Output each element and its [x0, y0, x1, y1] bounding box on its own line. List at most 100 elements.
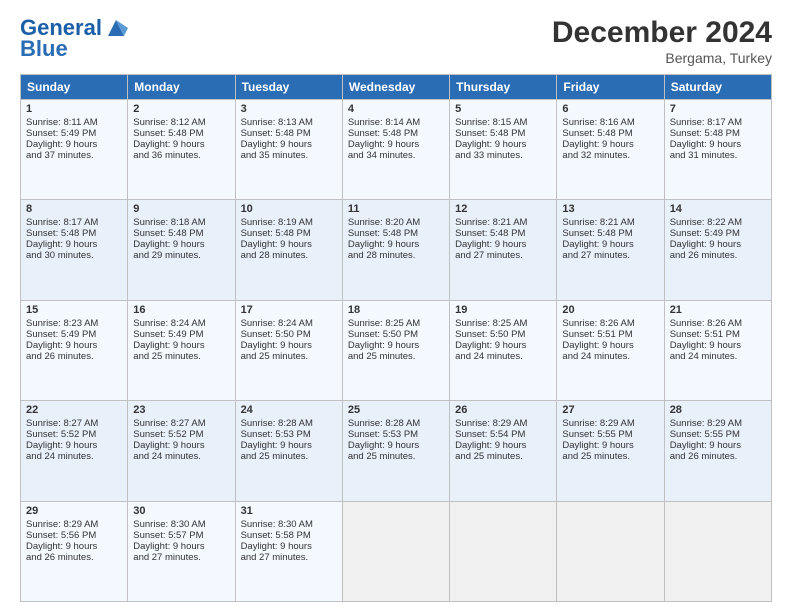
weekday-header-saturday: Saturday [664, 75, 771, 100]
calendar-cell: 22Sunrise: 8:27 AMSunset: 5:52 PMDayligh… [21, 401, 128, 501]
calendar-cell: 25Sunrise: 8:28 AMSunset: 5:53 PMDayligh… [342, 401, 449, 501]
day-info-line: Sunrise: 8:13 AM [241, 117, 337, 128]
day-number: 22 [26, 404, 122, 416]
day-number: 16 [133, 304, 229, 316]
day-info-line: Sunrise: 8:29 AM [562, 418, 658, 429]
day-info-line: Sunset: 5:49 PM [26, 128, 122, 139]
day-info-line: and 25 minutes. [348, 451, 444, 462]
calendar-table: SundayMondayTuesdayWednesdayThursdayFrid… [20, 74, 772, 602]
day-info-line: Sunset: 5:49 PM [133, 329, 229, 340]
day-number: 27 [562, 404, 658, 416]
day-info-line: Sunset: 5:48 PM [133, 228, 229, 239]
day-info-line: Daylight: 9 hours [26, 139, 122, 150]
day-info-line: Sunrise: 8:28 AM [241, 418, 337, 429]
weekday-header-friday: Friday [557, 75, 664, 100]
day-info-line: Daylight: 9 hours [670, 139, 766, 150]
day-info-line: Sunset: 5:51 PM [562, 329, 658, 340]
logo-icon [104, 16, 128, 40]
day-info-line: and 28 minutes. [348, 250, 444, 261]
day-info-line: and 37 minutes. [26, 150, 122, 161]
day-info-line: Sunset: 5:48 PM [241, 128, 337, 139]
day-info-line: Sunrise: 8:29 AM [670, 418, 766, 429]
day-info-line: Daylight: 9 hours [348, 139, 444, 150]
day-info-line: Daylight: 9 hours [455, 239, 551, 250]
day-number: 15 [26, 304, 122, 316]
day-info-line: Daylight: 9 hours [241, 139, 337, 150]
calendar-cell: 17Sunrise: 8:24 AMSunset: 5:50 PMDayligh… [235, 300, 342, 400]
day-info-line: Daylight: 9 hours [26, 541, 122, 552]
day-info-line: Sunrise: 8:24 AM [241, 318, 337, 329]
calendar-week-5: 29Sunrise: 8:29 AMSunset: 5:56 PMDayligh… [21, 501, 772, 601]
day-info-line: and 24 minutes. [670, 351, 766, 362]
calendar-cell: 21Sunrise: 8:26 AMSunset: 5:51 PMDayligh… [664, 300, 771, 400]
day-info-line: Sunset: 5:48 PM [562, 228, 658, 239]
calendar-week-4: 22Sunrise: 8:27 AMSunset: 5:52 PMDayligh… [21, 401, 772, 501]
day-info-line: Sunset: 5:48 PM [133, 128, 229, 139]
day-info-line: Sunset: 5:51 PM [670, 329, 766, 340]
day-info-line: Sunset: 5:48 PM [348, 128, 444, 139]
calendar-week-2: 8Sunrise: 8:17 AMSunset: 5:48 PMDaylight… [21, 200, 772, 300]
day-info-line: and 26 minutes. [26, 351, 122, 362]
day-info-line: Daylight: 9 hours [133, 139, 229, 150]
day-info-line: Sunrise: 8:30 AM [241, 519, 337, 530]
day-info-line: Daylight: 9 hours [133, 239, 229, 250]
calendar-cell: 29Sunrise: 8:29 AMSunset: 5:56 PMDayligh… [21, 501, 128, 601]
day-info-line: Sunrise: 8:19 AM [241, 217, 337, 228]
day-info-line: Sunset: 5:48 PM [348, 228, 444, 239]
day-number: 8 [26, 203, 122, 215]
day-info-line: Daylight: 9 hours [348, 440, 444, 451]
day-info-line: Sunset: 5:49 PM [26, 329, 122, 340]
day-info-line: Sunrise: 8:22 AM [670, 217, 766, 228]
day-number: 14 [670, 203, 766, 215]
day-info-line: and 26 minutes. [670, 250, 766, 261]
day-info-line: and 25 minutes. [241, 451, 337, 462]
day-number: 3 [241, 103, 337, 115]
day-info-line: Daylight: 9 hours [133, 541, 229, 552]
calendar-cell: 31Sunrise: 8:30 AMSunset: 5:58 PMDayligh… [235, 501, 342, 601]
day-info-line: Daylight: 9 hours [241, 440, 337, 451]
day-info-line: Daylight: 9 hours [241, 340, 337, 351]
weekday-header-monday: Monday [128, 75, 235, 100]
calendar-cell: 9Sunrise: 8:18 AMSunset: 5:48 PMDaylight… [128, 200, 235, 300]
day-info-line: Sunrise: 8:24 AM [133, 318, 229, 329]
day-info-line: and 30 minutes. [26, 250, 122, 261]
logo: General Blue [20, 16, 128, 62]
day-info-line: Daylight: 9 hours [348, 340, 444, 351]
day-info-line: and 27 minutes. [133, 552, 229, 563]
calendar-cell: 13Sunrise: 8:21 AMSunset: 5:48 PMDayligh… [557, 200, 664, 300]
day-info-line: and 31 minutes. [670, 150, 766, 161]
day-number: 25 [348, 404, 444, 416]
calendar-cell: 18Sunrise: 8:25 AMSunset: 5:50 PMDayligh… [342, 300, 449, 400]
calendar-cell: 16Sunrise: 8:24 AMSunset: 5:49 PMDayligh… [128, 300, 235, 400]
calendar-cell: 24Sunrise: 8:28 AMSunset: 5:53 PMDayligh… [235, 401, 342, 501]
day-number: 1 [26, 103, 122, 115]
calendar-cell: 10Sunrise: 8:19 AMSunset: 5:48 PMDayligh… [235, 200, 342, 300]
day-info-line: Sunrise: 8:30 AM [133, 519, 229, 530]
day-info-line: Sunrise: 8:26 AM [562, 318, 658, 329]
calendar-cell [557, 501, 664, 601]
calendar-cell: 6Sunrise: 8:16 AMSunset: 5:48 PMDaylight… [557, 100, 664, 200]
calendar-cell: 12Sunrise: 8:21 AMSunset: 5:48 PMDayligh… [450, 200, 557, 300]
day-info-line: Daylight: 9 hours [455, 340, 551, 351]
month-title: December 2024 [552, 16, 772, 50]
day-info-line: Daylight: 9 hours [26, 340, 122, 351]
day-info-line: Daylight: 9 hours [241, 541, 337, 552]
day-info-line: Daylight: 9 hours [455, 139, 551, 150]
day-info-line: and 24 minutes. [26, 451, 122, 462]
weekday-header-wednesday: Wednesday [342, 75, 449, 100]
day-info-line: Sunrise: 8:11 AM [26, 117, 122, 128]
day-number: 2 [133, 103, 229, 115]
day-info-line: and 33 minutes. [455, 150, 551, 161]
day-info-line: Sunrise: 8:18 AM [133, 217, 229, 228]
day-number: 31 [241, 505, 337, 517]
day-info-line: Sunset: 5:56 PM [26, 530, 122, 541]
calendar-cell [342, 501, 449, 601]
calendar-page: General Blue December 2024 Bergama, Turk… [0, 0, 792, 612]
weekday-header-sunday: Sunday [21, 75, 128, 100]
day-info-line: and 27 minutes. [455, 250, 551, 261]
day-info-line: and 24 minutes. [455, 351, 551, 362]
day-info-line: Sunset: 5:50 PM [455, 329, 551, 340]
day-number: 26 [455, 404, 551, 416]
day-info-line: Sunset: 5:48 PM [455, 128, 551, 139]
day-number: 18 [348, 304, 444, 316]
